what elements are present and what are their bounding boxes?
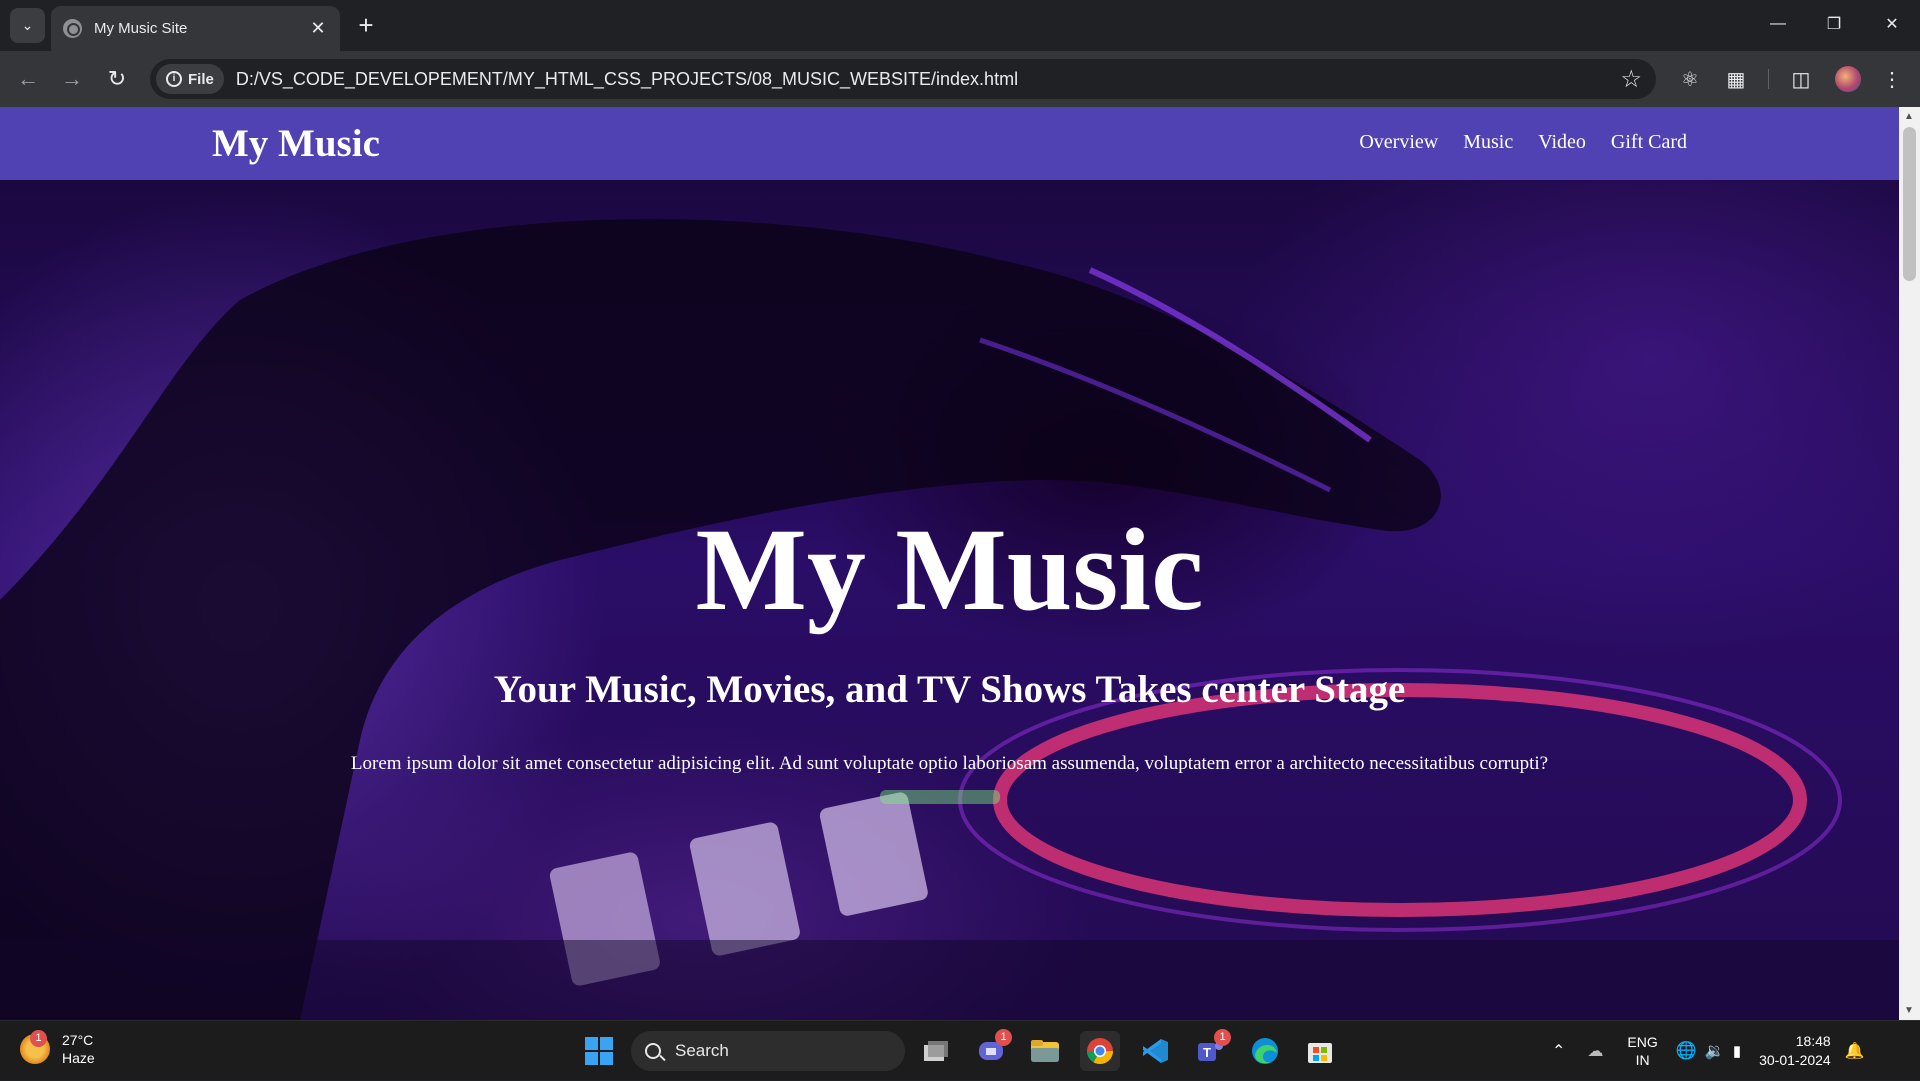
- site-info-label: File: [188, 70, 214, 88]
- store-taskbar-button[interactable]: [1300, 1031, 1340, 1071]
- restore-icon: ❐: [1826, 16, 1842, 33]
- weather-description: Haze: [62, 1050, 95, 1066]
- scroll-up-arrow-icon[interactable]: ▲: [1904, 111, 1914, 122]
- url-text[interactable]: D:/VS_CODE_DEVELOPEMENT/MY_HTML_CSS_PROJ…: [236, 69, 1018, 90]
- weather-badge: 1: [30, 1030, 47, 1047]
- extensions-puzzle-icon[interactable]: ▦: [1720, 63, 1752, 95]
- taskbar-search[interactable]: Search: [631, 1031, 905, 1071]
- windows-taskbar: 1 27°C Haze Search 1 T 1 ⌃ ☁ ENG IN 🌐 🔉 …: [0, 1020, 1920, 1080]
- edge-taskbar-button[interactable]: [1245, 1031, 1285, 1071]
- info-icon: i: [166, 71, 182, 87]
- browser-toolbar: ← → ↻ i File D:/VS_CODE_DEVELOPEMENT/MY_…: [0, 51, 1920, 107]
- notification-bell-icon[interactable]: 🔔: [1845, 1041, 1865, 1061]
- close-tab-icon[interactable]: ✕: [308, 18, 328, 39]
- hero-title: My Music: [695, 504, 1204, 635]
- scrollbar-thumb[interactable]: [1903, 127, 1916, 281]
- teams-taskbar-button[interactable]: T 1: [1190, 1029, 1231, 1071]
- nav-link-overview[interactable]: Overview: [1359, 131, 1438, 154]
- teams-badge: 1: [1214, 1029, 1231, 1046]
- atom-extension-icon[interactable]: ⚛: [1674, 63, 1706, 95]
- taskbar-search-label: Search: [675, 1041, 729, 1060]
- minimize-button[interactable]: —: [1750, 0, 1806, 48]
- forward-button[interactable]: →: [54, 61, 90, 97]
- search-icon: [645, 1043, 661, 1059]
- address-bar[interactable]: i File D:/VS_CODE_DEVELOPEMENT/MY_HTML_C…: [150, 59, 1656, 99]
- system-tray: ⌃ ☁ ENG IN 🌐 🔉 ▮ 18:48 30-01-2024 🔔: [1552, 1021, 1865, 1081]
- chrome-taskbar-button[interactable]: [1080, 1031, 1120, 1071]
- store-icon: [1308, 1043, 1332, 1063]
- teams-chat-badge: 1: [995, 1029, 1012, 1046]
- weather-sun-icon: 1: [20, 1030, 50, 1064]
- edge-icon: [1252, 1038, 1278, 1064]
- vscode-icon: [1143, 1039, 1168, 1063]
- weather-temperature: 27°C: [62, 1032, 94, 1048]
- chrome-icon: [1086, 1038, 1114, 1065]
- close-icon: ✕: [1885, 16, 1899, 33]
- hero-section: My Music Your Music, Movies, and TV Show…: [0, 180, 1899, 1020]
- reload-button[interactable]: ↻: [99, 61, 135, 97]
- nav-link-music[interactable]: Music: [1463, 131, 1513, 154]
- hero-subtitle: Your Music, Movies, and TV Shows Takes c…: [493, 668, 1406, 711]
- battery-icon[interactable]: ▮: [1733, 1042, 1741, 1060]
- browser-tab[interactable]: My Music Site ✕: [51, 6, 340, 51]
- chevron-up-icon[interactable]: ⌃: [1552, 1041, 1565, 1061]
- file-explorer-button[interactable]: [1025, 1031, 1065, 1071]
- weather-widget[interactable]: 1 27°C Haze: [20, 1030, 95, 1067]
- clock[interactable]: 18:48 30-01-2024: [1759, 1032, 1831, 1070]
- site-brand[interactable]: My Music: [212, 121, 380, 166]
- vscode-taskbar-button[interactable]: [1135, 1031, 1175, 1071]
- arrow-left-icon: ←: [17, 66, 39, 91]
- teams-chat-button[interactable]: 1: [971, 1029, 1012, 1071]
- toolbar-divider: [1768, 69, 1769, 89]
- folder-icon: [1031, 1040, 1059, 1062]
- language-line-2: IN: [1635, 1052, 1650, 1068]
- site-navbar: My Music Overview Music Video Gift Card: [0, 107, 1899, 180]
- tab-strip: ⌄ My Music Site ✕ + — ❐ ✕: [0, 0, 1920, 51]
- task-view-icon: [924, 1041, 948, 1061]
- side-panel-icon[interactable]: ◫: [1785, 63, 1817, 95]
- close-window-button[interactable]: ✕: [1864, 0, 1920, 48]
- network-globe-icon[interactable]: 🌐: [1676, 1041, 1697, 1061]
- onedrive-icon[interactable]: ☁: [1587, 1041, 1603, 1061]
- new-tab-button[interactable]: +: [352, 10, 380, 40]
- menu-kebab-icon[interactable]: ⋮: [1876, 63, 1908, 95]
- clock-date: 30-01-2024: [1759, 1052, 1831, 1068]
- svg-text:T: T: [1203, 1045, 1211, 1060]
- site-info-chip[interactable]: i File: [156, 64, 224, 94]
- reload-icon: ↻: [107, 66, 127, 91]
- page-scrollbar[interactable]: ▲ ▼: [1899, 107, 1920, 1020]
- avatar: [1835, 66, 1861, 92]
- scroll-down-arrow-icon[interactable]: ▼: [1904, 1005, 1914, 1016]
- restore-button[interactable]: ❐: [1806, 0, 1862, 48]
- hero-text: Lorem ipsum dolor sit amet consectetur a…: [350, 753, 1549, 774]
- clock-time: 18:48: [1795, 1033, 1831, 1049]
- nav-link-gift-card[interactable]: Gift Card: [1611, 131, 1687, 154]
- chevron-down-icon: ⌄: [21, 17, 34, 33]
- minimize-icon: —: [1770, 15, 1786, 32]
- globe-icon: [63, 19, 82, 38]
- bookmark-star-icon[interactable]: ☆: [1620, 65, 1642, 94]
- tab-title: My Music Site: [94, 20, 188, 37]
- nav-link-video[interactable]: Video: [1538, 131, 1586, 154]
- volume-icon[interactable]: 🔉: [1705, 1041, 1725, 1061]
- start-button[interactable]: [579, 1031, 619, 1071]
- language-line-1: ENG: [1627, 1034, 1658, 1050]
- back-button[interactable]: ←: [10, 61, 46, 97]
- page-viewport: My Music Overview Music Video Gift Card: [0, 107, 1899, 1020]
- arrow-right-icon: →: [61, 66, 83, 91]
- tab-search-button[interactable]: ⌄: [10, 8, 45, 43]
- language-indicator[interactable]: ENG IN: [1627, 1033, 1657, 1069]
- profile-avatar[interactable]: [1832, 63, 1864, 95]
- windows-logo-icon: [585, 1037, 613, 1065]
- task-view-button[interactable]: [916, 1031, 956, 1071]
- site-nav-links: Overview Music Video Gift Card: [1359, 131, 1687, 154]
